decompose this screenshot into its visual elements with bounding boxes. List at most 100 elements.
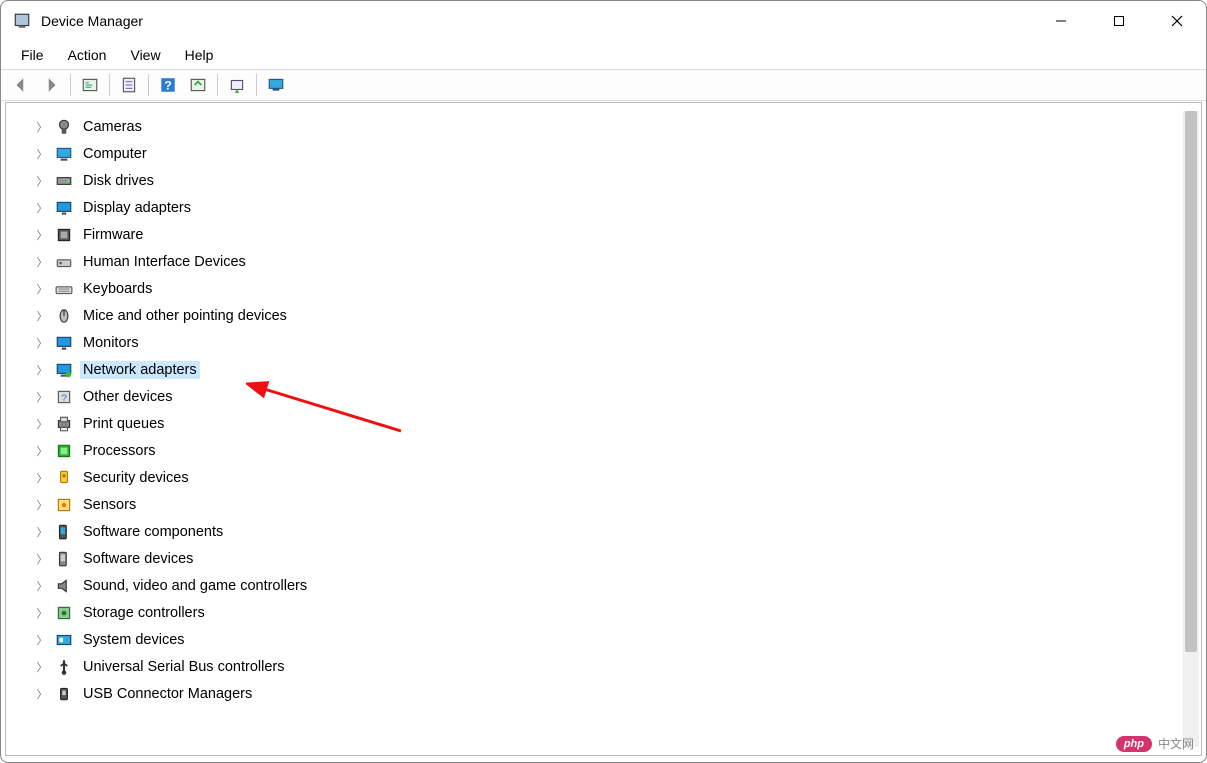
tree-item[interactable]: 〉Display adapters <box>36 194 1181 221</box>
help-button[interactable]: ? <box>154 72 182 98</box>
window-controls <box>1032 1 1206 41</box>
chevron-right-icon[interactable]: 〉 <box>36 227 48 243</box>
back-button[interactable] <box>7 72 35 98</box>
chevron-right-icon[interactable]: 〉 <box>36 578 48 594</box>
cpu-icon <box>54 441 74 461</box>
tree-item[interactable]: 〉 Print queues <box>36 410 1181 437</box>
tree-item[interactable]: 〉 Network adapters <box>36 356 1181 383</box>
tree-item[interactable]: 〉 Sensors <box>36 491 1181 518</box>
toolbar-separator <box>70 74 71 96</box>
chevron-right-icon[interactable]: 〉 <box>36 173 48 189</box>
chevron-right-icon[interactable]: 〉 <box>36 524 48 540</box>
tree-item-label: Mice and other pointing devices <box>80 307 290 325</box>
menu-help[interactable]: Help <box>175 44 224 66</box>
tree-item[interactable]: 〉? Other devices <box>36 383 1181 410</box>
scan-button[interactable] <box>184 72 212 98</box>
svg-text:?: ? <box>164 79 172 93</box>
tree-item-label: Disk drives <box>80 172 157 190</box>
tree-item-label: Universal Serial Bus controllers <box>80 658 287 676</box>
tree-item-label: Processors <box>80 442 159 460</box>
chevron-right-icon[interactable]: 〉 <box>36 200 48 216</box>
menu-file[interactable]: File <box>11 44 54 66</box>
tree-item[interactable]: 〉Monitors <box>36 329 1181 356</box>
toolbar-separator <box>217 74 218 96</box>
tree-item[interactable]: 〉Storage controllers <box>36 599 1181 626</box>
chevron-right-icon[interactable]: 〉 <box>36 416 48 432</box>
chevron-right-icon[interactable]: 〉 <box>36 146 48 162</box>
usb-icon <box>54 657 74 677</box>
tree-item-label: Network adapters <box>80 361 200 379</box>
tree-item[interactable]: 〉 Mice and other pointing devices <box>36 302 1181 329</box>
tree-item[interactable]: 〉 Human Interface Devices <box>36 248 1181 275</box>
tree-item-label: Other devices <box>80 388 175 406</box>
tree-item-label: Human Interface Devices <box>80 253 249 271</box>
tree-item[interactable]: 〉 Disk drives <box>36 167 1181 194</box>
chevron-right-icon[interactable]: 〉 <box>36 389 48 405</box>
chevron-right-icon[interactable]: 〉 <box>36 362 48 378</box>
tree-item[interactable]: 〉 Sound, video and game controllers <box>36 572 1181 599</box>
tree-item-label: Firmware <box>80 226 146 244</box>
chevron-right-icon[interactable]: 〉 <box>36 254 48 270</box>
tree-item-label: Sound, video and game controllers <box>80 577 310 595</box>
toolbar-separator <box>256 74 257 96</box>
display-icon <box>54 198 74 218</box>
chevron-right-icon[interactable]: 〉 <box>36 443 48 459</box>
show-hidden-button[interactable] <box>76 72 104 98</box>
hid-icon <box>54 252 74 272</box>
chevron-right-icon[interactable]: 〉 <box>36 632 48 648</box>
chevron-right-icon[interactable]: 〉 <box>36 308 48 324</box>
menubar: File Action View Help <box>1 41 1206 69</box>
monitor-icon <box>54 333 74 353</box>
content-pane: 〉Cameras〉Computer〉Disk drives〉Display ad… <box>5 102 1202 756</box>
properties-button[interactable] <box>115 72 143 98</box>
tree-item[interactable]: 〉 Universal Serial Bus controllers <box>36 653 1181 680</box>
scrollbar[interactable] <box>1183 111 1199 747</box>
security-icon <box>54 468 74 488</box>
device-tree[interactable]: 〉Cameras〉Computer〉Disk drives〉Display ad… <box>36 113 1181 755</box>
menu-action[interactable]: Action <box>58 44 117 66</box>
chevron-right-icon[interactable]: 〉 <box>36 605 48 621</box>
tree-item-label: System devices <box>80 631 188 649</box>
chevron-right-icon[interactable]: 〉 <box>36 659 48 675</box>
chevron-right-icon[interactable]: 〉 <box>36 335 48 351</box>
chevron-right-icon[interactable]: 〉 <box>36 686 48 702</box>
usbconn-icon <box>54 684 74 704</box>
keyboard-icon <box>54 279 74 299</box>
close-button[interactable] <box>1148 1 1206 41</box>
tree-item[interactable]: 〉USB Connector Managers <box>36 680 1181 707</box>
chevron-right-icon[interactable]: 〉 <box>36 119 48 135</box>
menu-view[interactable]: View <box>120 44 170 66</box>
minimize-button[interactable] <box>1032 1 1090 41</box>
camera-icon <box>54 117 74 137</box>
tree-item-label: Print queues <box>80 415 167 433</box>
chevron-right-icon[interactable]: 〉 <box>36 551 48 567</box>
tree-item[interactable]: 〉Keyboards <box>36 275 1181 302</box>
maximize-button[interactable] <box>1090 1 1148 41</box>
tree-item[interactable]: 〉 System devices <box>36 626 1181 653</box>
forward-button[interactable] <box>37 72 65 98</box>
app-icon <box>13 12 31 30</box>
tree-item[interactable]: 〉Software devices <box>36 545 1181 572</box>
tree-item[interactable]: 〉Software components <box>36 518 1181 545</box>
chevron-right-icon[interactable]: 〉 <box>36 470 48 486</box>
computer-icon <box>54 144 74 164</box>
tree-item[interactable]: 〉 Processors <box>36 437 1181 464</box>
devices-by-type-button[interactable] <box>262 72 290 98</box>
tree-item-label: Sensors <box>80 496 139 514</box>
software-icon <box>54 522 74 542</box>
chevron-right-icon[interactable]: 〉 <box>36 281 48 297</box>
scrollbar-thumb[interactable] <box>1185 111 1197 652</box>
disk-icon <box>54 171 74 191</box>
tree-item-label: Security devices <box>80 469 192 487</box>
chevron-right-icon[interactable]: 〉 <box>36 497 48 513</box>
tree-item[interactable]: 〉 Security devices <box>36 464 1181 491</box>
other-icon: ? <box>54 387 74 407</box>
toolbar-separator <box>109 74 110 96</box>
tree-item[interactable]: 〉 Firmware <box>36 221 1181 248</box>
sound-icon <box>54 576 74 596</box>
update-driver-button[interactable] <box>223 72 251 98</box>
tree-item[interactable]: 〉Cameras <box>36 113 1181 140</box>
storage-icon <box>54 603 74 623</box>
tree-item[interactable]: 〉Computer <box>36 140 1181 167</box>
watermark: php 中文网 <box>1116 735 1194 752</box>
